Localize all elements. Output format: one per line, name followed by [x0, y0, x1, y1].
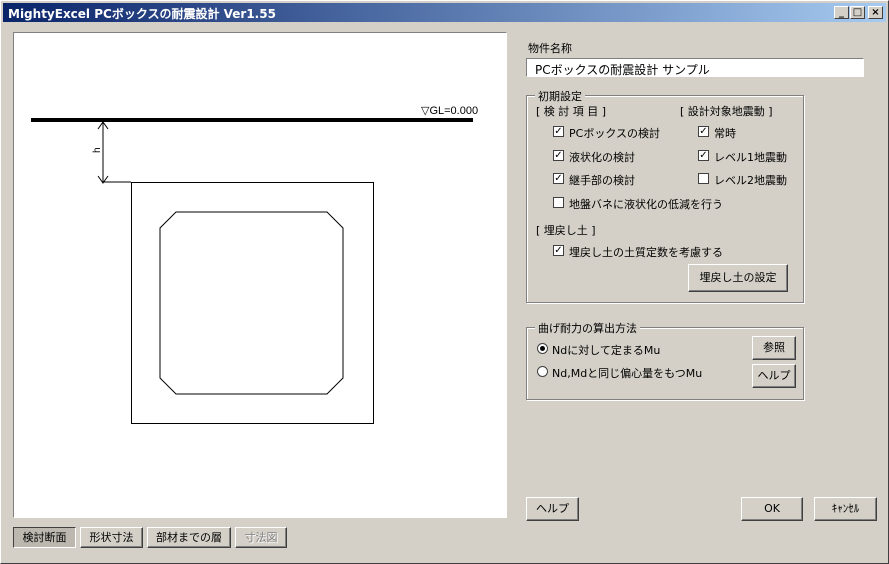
- backfill-header: [ 埋戻し土 ]: [536, 224, 596, 237]
- ok-button[interactable]: OK: [741, 497, 803, 521]
- mu-nd-label: Ndに対して定まるMu: [552, 344, 661, 357]
- tab-layers[interactable]: 部材までの層: [147, 527, 231, 548]
- level2-seismic-checkbox[interactable]: [698, 173, 709, 184]
- joint-check-checkbox[interactable]: ✓: [553, 173, 564, 184]
- spring-reduction-checkbox[interactable]: [553, 197, 564, 208]
- mu-eccentric-radio[interactable]: [537, 366, 548, 377]
- joint-check-label: 継手部の検討: [569, 174, 635, 187]
- bending-help-button[interactable]: ヘルプ: [752, 364, 796, 388]
- maximize-button[interactable]: □: [850, 6, 865, 19]
- normal-time-checkbox[interactable]: ✓: [698, 126, 709, 137]
- depth-label: h: [92, 147, 103, 153]
- level1-seismic-checkbox[interactable]: ✓: [698, 150, 709, 161]
- mu-nd-radio[interactable]: [537, 343, 548, 354]
- pcbox-check-checkbox[interactable]: ✓: [553, 126, 564, 137]
- section-drawing-canvas: ▽GL=0.000 h: [13, 32, 507, 518]
- normal-time-label: 常時: [714, 127, 736, 140]
- bending-method-legend: 曲げ耐力の算出方法: [535, 320, 640, 336]
- backfill-settings-button[interactable]: 埋戻し土の設定: [688, 264, 788, 292]
- window-title: MightyExcel PCボックスの耐震設計 Ver1.55: [8, 7, 276, 21]
- mu-eccentric-label: Nd,Mdと同じ偏心量をもつMu: [552, 367, 703, 380]
- backfill-params-checkbox[interactable]: ✓: [553, 245, 564, 256]
- box-inner-outline: [159, 211, 344, 395]
- check-items-header: [ 検 討 項 目 ]: [536, 105, 607, 118]
- property-name-label: 物件名称: [528, 42, 572, 55]
- gl-label: ▽GL=0.000: [421, 105, 478, 117]
- pcbox-check-label: PCボックスの検討: [569, 127, 660, 140]
- liquefaction-check-label: 液状化の検討: [569, 151, 635, 164]
- tab-section[interactable]: 検討断面: [13, 527, 76, 548]
- section-drawing: ▽GL=0.000 h: [31, 105, 478, 424]
- box-outer-outline: [131, 182, 374, 424]
- liquefaction-check-checkbox[interactable]: ✓: [553, 150, 564, 161]
- level2-seismic-label: レベル2地震動: [714, 174, 787, 187]
- close-button[interactable]: ×: [868, 6, 883, 19]
- cancel-button[interactable]: ｷｬﾝｾﾙ: [814, 497, 877, 521]
- seismic-header: [ 設計対象地震動 ]: [680, 105, 773, 118]
- title-bar[interactable]: MightyExcel PCボックスの耐震設計 Ver1.55 _ □ ×: [3, 3, 886, 22]
- tab-dimension-drawing[interactable]: 寸法図: [235, 527, 287, 548]
- radio-selected-dot: [540, 346, 545, 351]
- minimize-button[interactable]: _: [834, 6, 849, 19]
- tab-shape-dimensions[interactable]: 形状寸法: [80, 527, 143, 548]
- help-button[interactable]: ヘルプ: [526, 497, 579, 521]
- initial-settings-legend: 初期設定: [535, 88, 585, 104]
- spring-reduction-label: 地盤バネに液状化の低減を行う: [569, 198, 723, 211]
- backfill-params-label: 埋戻し土の土質定数を考慮する: [569, 246, 723, 259]
- level1-seismic-label: レベル1地震動: [714, 151, 787, 164]
- reference-button[interactable]: 参照: [752, 336, 796, 360]
- property-name-input[interactable]: PCボックスの耐震設計 サンプル: [526, 58, 864, 77]
